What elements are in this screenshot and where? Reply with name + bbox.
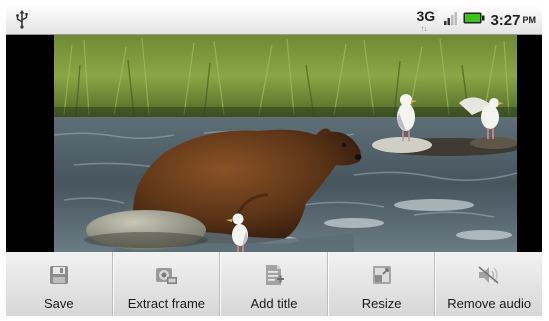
- edit-toolbar: Save Extract frame Add title Resize Remo…: [6, 252, 542, 316]
- status-bar: 3G ↑↓ 3:27 PM: [6, 6, 542, 35]
- data-activity-icon: ↑↓: [420, 24, 427, 33]
- video-preview[interactable]: [54, 35, 517, 252]
- resize-label: Resize: [361, 296, 402, 311]
- network-indicator: 3G ↑↓: [416, 7, 438, 33]
- video-player-area[interactable]: [6, 35, 542, 252]
- resize-button[interactable]: Resize: [327, 252, 436, 316]
- battery-icon: [463, 11, 485, 29]
- extract-frame-icon: [153, 263, 179, 287]
- add-title-button[interactable]: Add title: [220, 252, 328, 316]
- save-icon: [48, 263, 70, 287]
- status-clock-ampm: PM: [522, 15, 537, 25]
- network-type-label: 3G: [416, 8, 436, 24]
- status-clock: 3:27: [490, 11, 521, 29]
- signal-bars-icon: [444, 11, 458, 30]
- extract-frame-label: Extract frame: [127, 296, 206, 311]
- phone-screen: 3G ↑↓ 3:27 PM Save Extract frame Add tit…: [6, 6, 542, 316]
- add-title-icon: [263, 263, 285, 287]
- remove-audio-button[interactable]: Remove audio: [435, 252, 542, 316]
- remove-audio-label: Remove audio: [447, 296, 532, 311]
- remove-audio-icon: [476, 263, 502, 287]
- usb-icon: [15, 9, 29, 34]
- resize-icon: [371, 263, 393, 287]
- extract-frame-button[interactable]: Extract frame: [112, 252, 221, 316]
- save-label: Save: [43, 296, 74, 311]
- status-indicators: 3G ↑↓ 3:27 PM: [416, 6, 536, 34]
- add-title-label: Add title: [250, 296, 298, 311]
- save-button[interactable]: Save: [6, 252, 113, 316]
